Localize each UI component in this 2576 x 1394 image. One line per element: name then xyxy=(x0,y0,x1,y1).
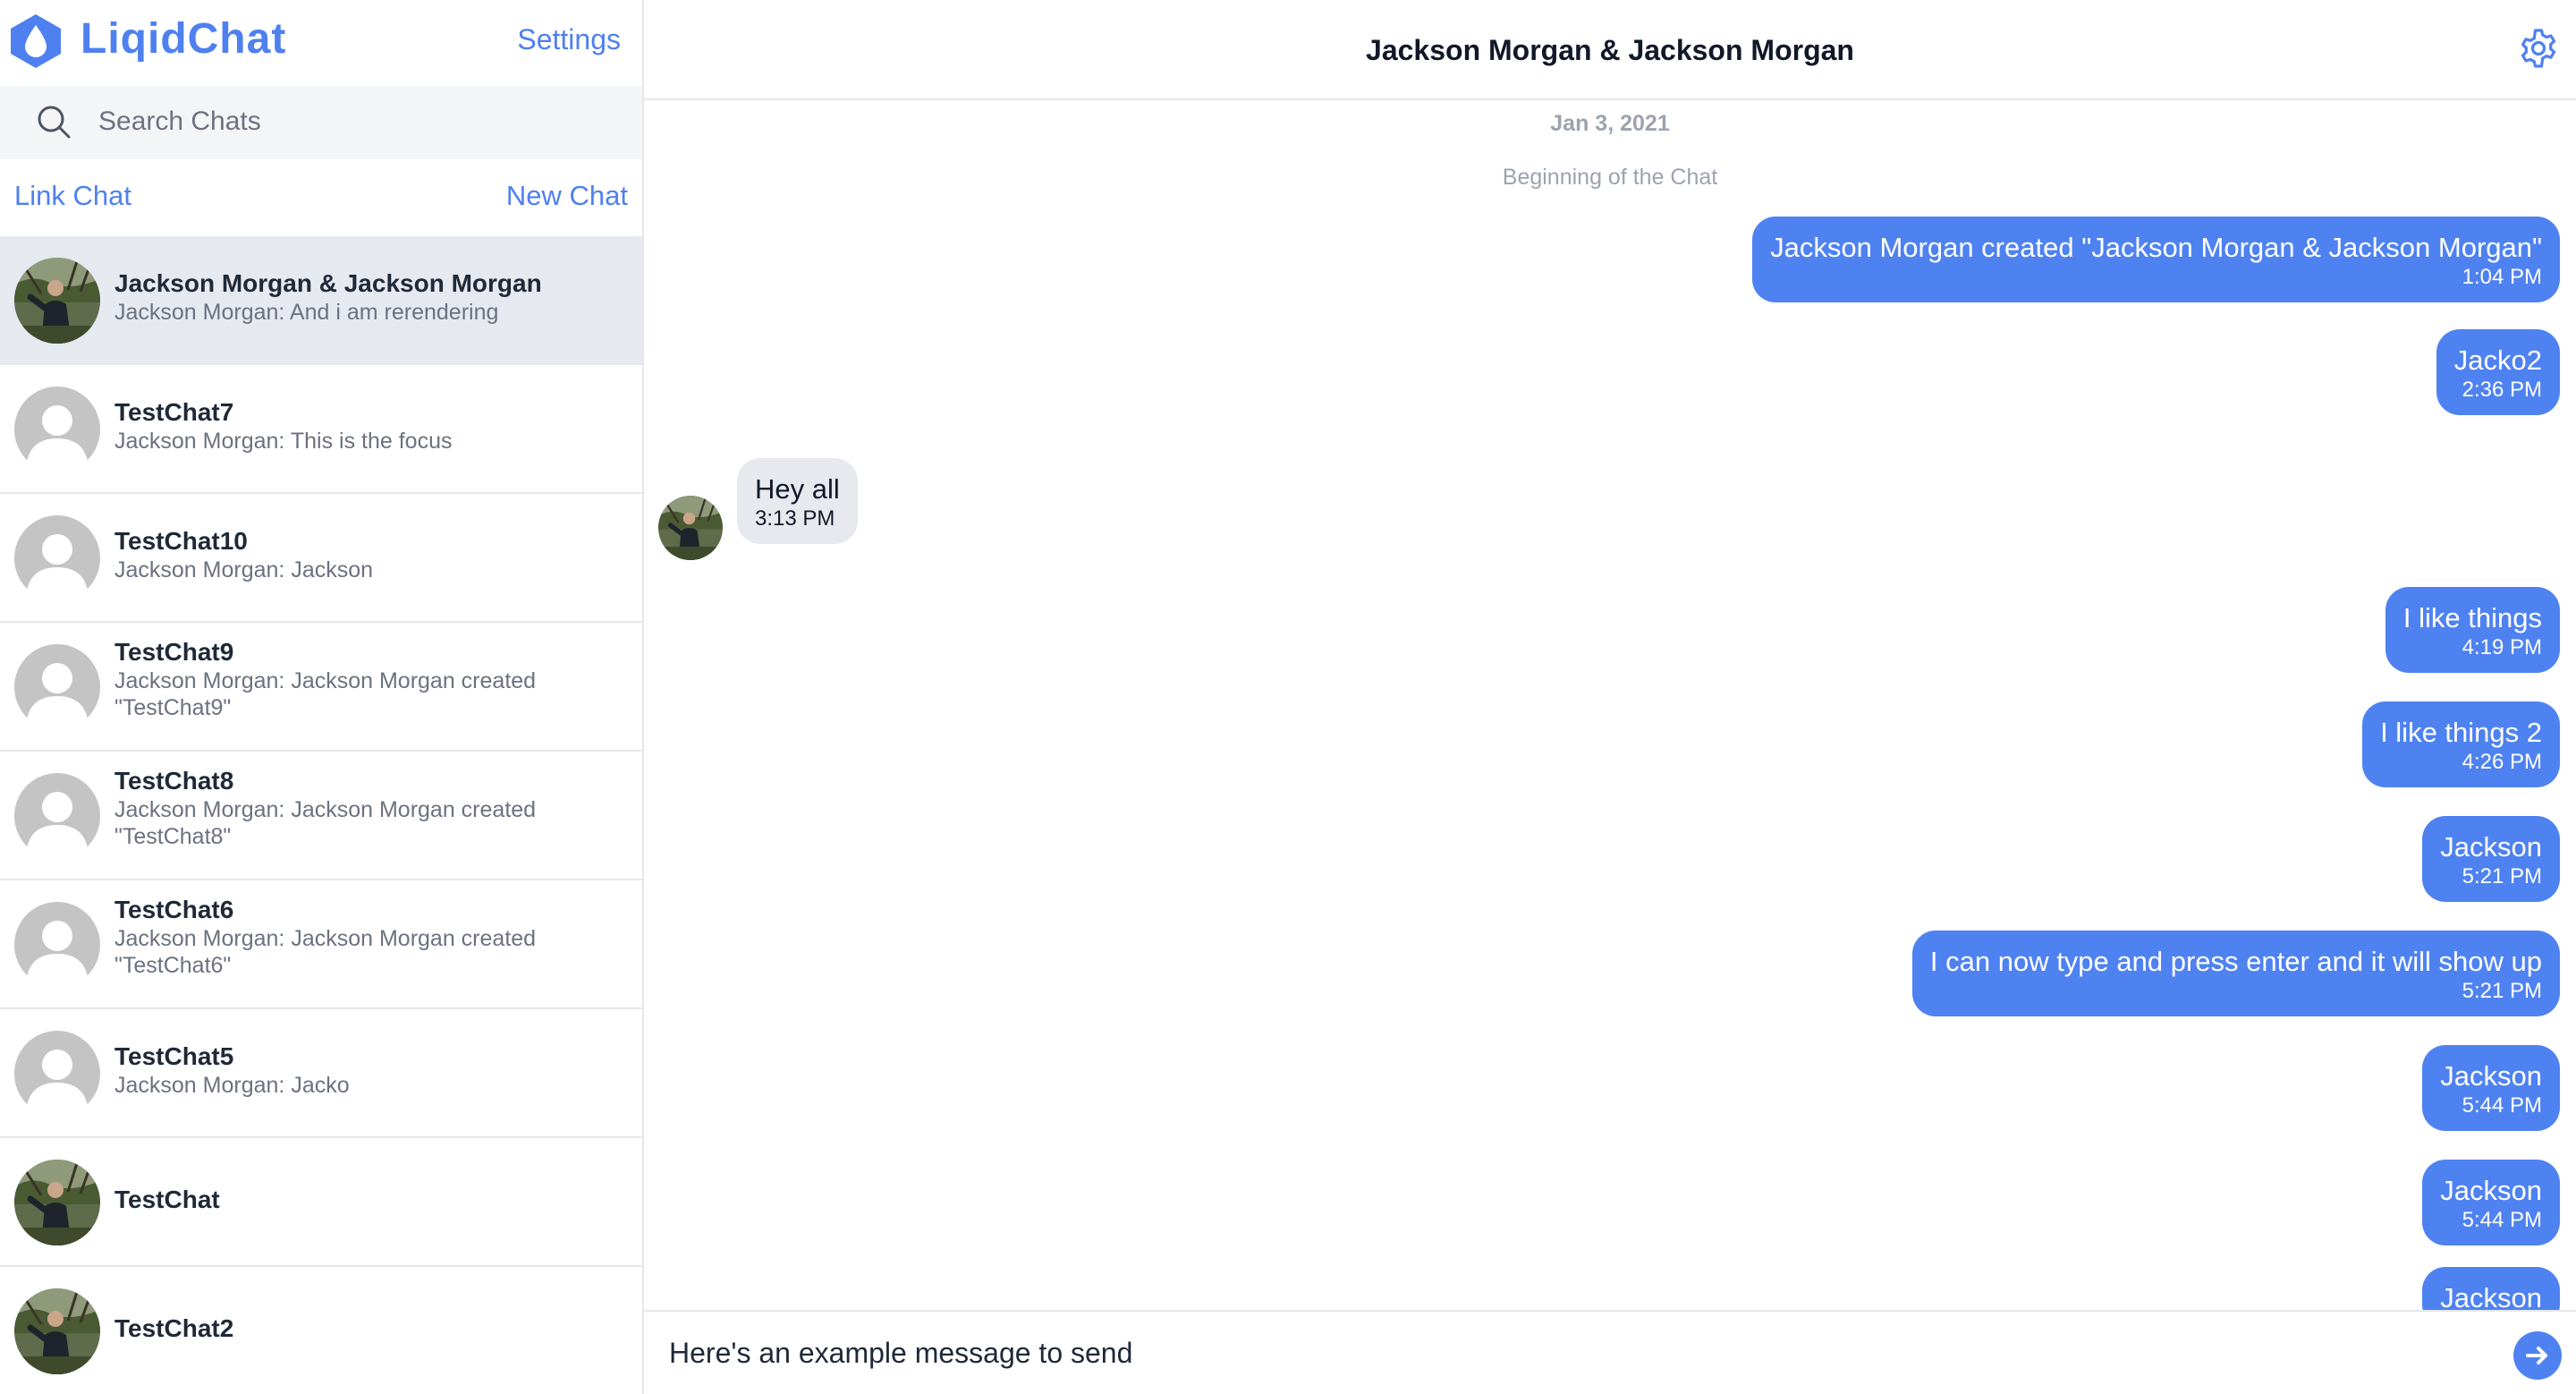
user-photo-avatar xyxy=(14,1160,100,1245)
chat-name: TestChat10 xyxy=(114,527,248,555)
incoming-message-bubble[interactable]: Hey all 3:13 PM xyxy=(737,458,858,544)
chat-list: Jackson Morgan & Jackson Morgan Jackson M… xyxy=(0,236,642,1394)
chat-list-item[interactable]: TestChat9 Jackson Morgan: Jackson Morgan … xyxy=(0,623,642,752)
chat-title: Jackson Morgan & Jackson Morgan xyxy=(1366,34,1854,66)
chat-last-message-preview: Jackson Morgan: Jacko xyxy=(114,1073,350,1098)
chat-name: Jackson Morgan & Jackson Morgan xyxy=(114,269,542,297)
chat-last-message-preview: Jackson Morgan: Jackson Morgan created "… xyxy=(114,797,537,849)
default-user-avatar-icon xyxy=(14,644,100,733)
search-input[interactable] xyxy=(98,98,599,145)
chat-header: Jackson Morgan & Jackson Morgan xyxy=(644,0,2576,100)
sender-photo-avatar xyxy=(658,496,723,560)
message-composer xyxy=(644,1310,2576,1394)
outgoing-message-bubble[interactable]: I like things 4:19 PM xyxy=(2385,587,2560,673)
outgoing-message-bubble[interactable]: Jackson 5:44 PM xyxy=(2422,1160,2560,1245)
chat-name: TestChat8 xyxy=(114,767,234,795)
outgoing-message-bubble[interactable]: Jackson xyxy=(2422,1267,2560,1310)
chat-list-item[interactable]: TestChat2 xyxy=(0,1267,642,1394)
message-timestamp: 5:44 PM xyxy=(2462,1208,2542,1232)
message-timestamp: 5:21 PM xyxy=(2462,864,2542,888)
message-timestamp: 3:13 PM xyxy=(755,506,835,531)
message-timestamp: 4:19 PM xyxy=(2462,635,2542,659)
message-timestamp: 5:21 PM xyxy=(2462,979,2542,1003)
outgoing-message-bubble[interactable]: Jackson Morgan created "Jackson Morgan &… xyxy=(1752,217,2560,302)
message-timestamp: 1:04 PM xyxy=(2462,265,2542,289)
message-timestamp: 5:44 PM xyxy=(2462,1093,2542,1118)
user-photo-avatar xyxy=(14,258,100,344)
message-timestamp: 4:26 PM xyxy=(2462,750,2542,774)
date-separator: Jan 3, 2021 xyxy=(1550,111,1670,136)
chat-list-item[interactable]: TestChat5 Jackson Morgan: Jacko xyxy=(0,1009,642,1138)
message-text: Jackson xyxy=(2440,1175,2542,1206)
chat-name: TestChat5 xyxy=(114,1042,234,1070)
message-text: Hey all xyxy=(755,473,840,505)
message-text: Jackson xyxy=(2440,1060,2542,1092)
arrow-right-icon xyxy=(2526,1347,2547,1364)
chat-panel: Jackson Morgan & Jackson Morgan Jan 3, 2… xyxy=(644,0,2576,1394)
search-box xyxy=(0,86,642,159)
chat-name: TestChat2 xyxy=(114,1314,234,1342)
chat-name: TestChat6 xyxy=(114,896,234,923)
chat-last-message-preview: Jackson Morgan: Jackson Morgan created "… xyxy=(114,668,537,720)
gear-icon[interactable] xyxy=(2517,27,2560,70)
message-input[interactable] xyxy=(669,1328,2422,1378)
chat-list-item[interactable]: Jackson Morgan & Jackson Morgan Jackson M… xyxy=(0,236,642,365)
message-text: Jackson Morgan created "Jackson Morgan &… xyxy=(1770,232,2542,263)
new-chat-button[interactable]: New Chat xyxy=(506,177,628,215)
default-user-avatar-icon xyxy=(14,1031,100,1119)
chat-list-item[interactable]: TestChat8 Jackson Morgan: Jackson Morgan … xyxy=(0,752,642,880)
outgoing-message-bubble[interactable]: Jacko2 2:36 PM xyxy=(2436,329,2560,415)
default-user-avatar-icon xyxy=(14,387,100,475)
outgoing-message-bubble[interactable]: I like things 2 4:26 PM xyxy=(2362,701,2560,787)
droplet-logo-icon xyxy=(11,14,61,68)
message-text: Jackson xyxy=(2440,1282,2542,1310)
outgoing-message-bubble[interactable]: I can now type and press enter and it wi… xyxy=(1911,931,2560,1016)
message-timestamp: 2:36 PM xyxy=(2462,378,2542,402)
message-text: I can now type and press enter and it wi… xyxy=(1929,946,2542,977)
chat-name: TestChat xyxy=(114,1186,220,1213)
chat-name: TestChat7 xyxy=(114,398,234,426)
message-text: Jacko2 xyxy=(2453,344,2542,376)
outgoing-message-bubble[interactable]: Jackson 5:44 PM xyxy=(2422,1045,2560,1131)
default-user-avatar-icon xyxy=(14,515,100,604)
settings-link[interactable]: Settings xyxy=(517,20,621,59)
link-chat-button[interactable]: Link Chat xyxy=(14,177,131,215)
chat-last-message-preview: Jackson Morgan: Jackson Morgan created "… xyxy=(114,926,537,978)
user-photo-avatar xyxy=(14,1288,100,1374)
brand-name: LiqidChat xyxy=(80,15,287,63)
chat-name: TestChat9 xyxy=(114,638,234,666)
search-icon xyxy=(38,106,71,139)
default-user-avatar-icon xyxy=(14,773,100,862)
message-text: I like things 2 xyxy=(2380,717,2542,748)
chat-list-item[interactable]: TestChat10 Jackson Morgan: Jackson xyxy=(0,494,642,623)
chat-beginning-label: Beginning of the Chat xyxy=(1502,165,1718,190)
chat-last-message-preview: Jackson Morgan: This is the focus xyxy=(114,429,453,454)
brand-bar: LiqidChat Settings xyxy=(0,0,642,82)
message-text: Jackson xyxy=(2440,831,2542,863)
sidebar: LiqidChat Settings Link Chat New Chat Ja… xyxy=(0,0,644,1394)
default-user-avatar-icon xyxy=(14,902,100,990)
chat-list-item[interactable]: TestChat6 Jackson Morgan: Jackson Morgan … xyxy=(0,880,642,1009)
message-list[interactable]: Jan 3, 2021 Beginning of the Chat Jackso… xyxy=(644,100,2576,1310)
chat-last-message-preview: Jackson Morgan: And i am rerendering xyxy=(114,300,499,325)
chat-list-item[interactable]: TestChat xyxy=(0,1138,642,1267)
chat-list-item[interactable]: TestChat7 Jackson Morgan: This is the foc… xyxy=(0,365,642,494)
send-button[interactable] xyxy=(2513,1331,2562,1380)
chat-last-message-preview: Jackson Morgan: Jackson xyxy=(114,557,374,582)
message-text: I like things xyxy=(2402,602,2542,633)
outgoing-message-bubble[interactable]: Jackson 5:21 PM xyxy=(2422,816,2560,902)
